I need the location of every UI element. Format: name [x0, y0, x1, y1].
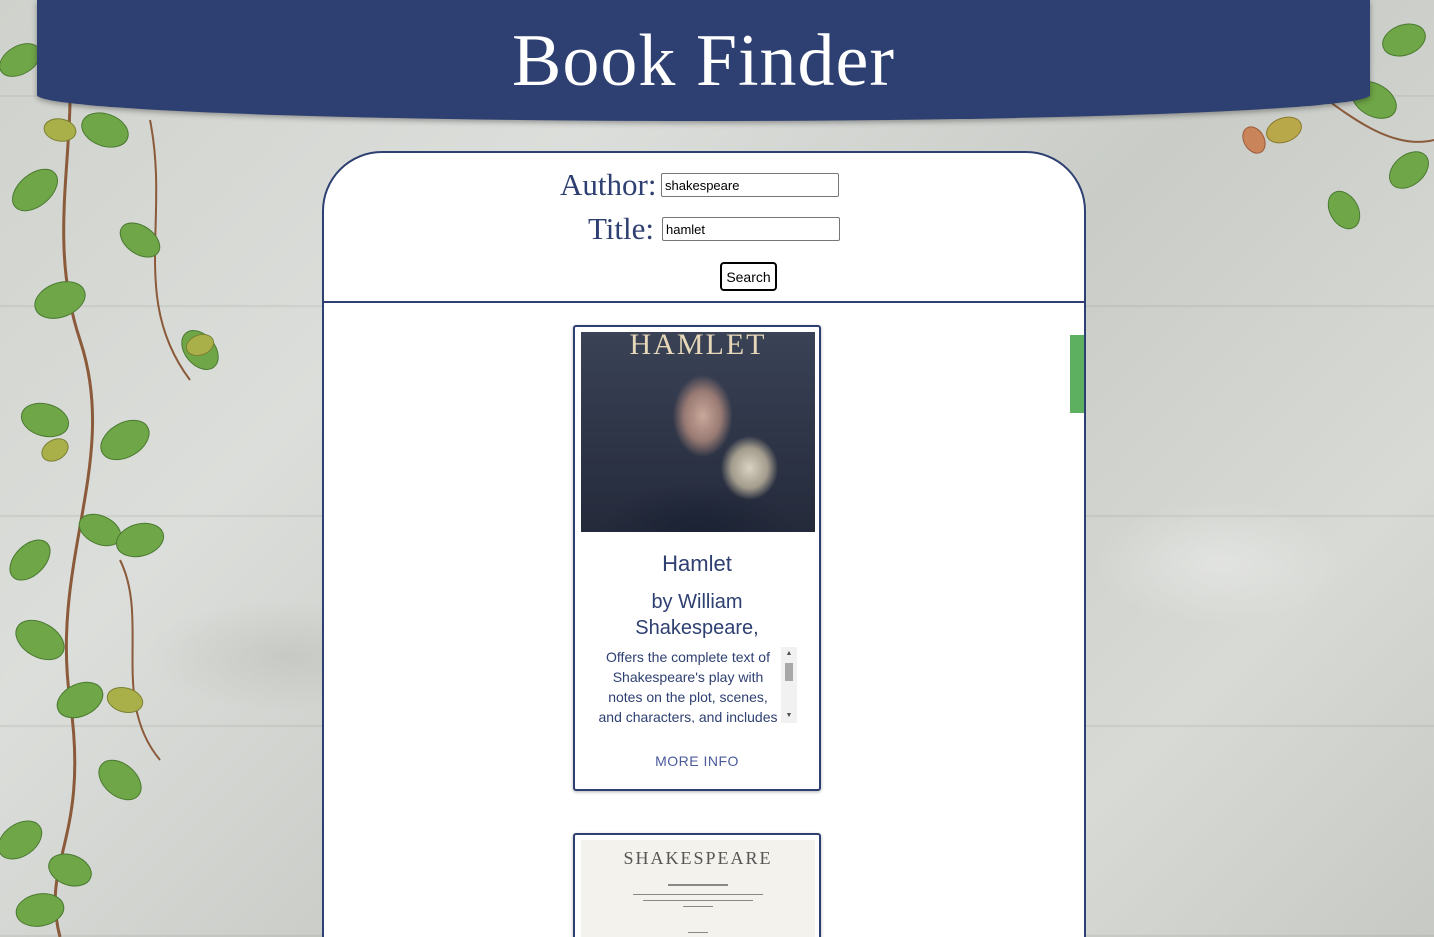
- book-cover-image: SHAKESPEARE: [581, 840, 815, 937]
- book-description: Offers the complete text of Shakespeare'…: [598, 649, 778, 723]
- author-row: Author:: [560, 167, 839, 203]
- search-panel: Author: Title: Search HAMLET Hamlet by W…: [322, 151, 1086, 937]
- divider: [324, 301, 1084, 303]
- cover-text-line: [643, 900, 753, 901]
- scroll-down-arrow-icon[interactable]: ▼: [781, 709, 797, 723]
- ivy-decoration-left: [0, 0, 219, 937]
- cover-text: HAMLET: [629, 332, 767, 361]
- book-author: by William Shakespeare,: [635, 591, 759, 639]
- book-card: SHAKESPEARE: [573, 833, 821, 937]
- book-cover-image: HAMLET: [581, 332, 815, 532]
- more-info-link[interactable]: MORE INFO: [575, 753, 819, 769]
- book-card: HAMLET Hamlet by William Shakespeare, Of…: [573, 325, 821, 791]
- search-button[interactable]: Search: [720, 262, 777, 291]
- cover-text-line: [633, 894, 763, 895]
- side-scroll-tab[interactable]: [1070, 335, 1084, 413]
- title-row: Title:: [560, 211, 840, 247]
- cover-text: SHAKESPEARE: [623, 848, 773, 868]
- scroll-up-arrow-icon[interactable]: ▲: [781, 647, 797, 661]
- author-label: Author:: [560, 167, 657, 202]
- title-label: Title:: [587, 211, 654, 246]
- description-scrollbar[interactable]: ▲ ▼: [781, 647, 797, 723]
- book-description-box[interactable]: Offers the complete text of Shakespeare'…: [595, 647, 797, 723]
- scrollbar-thumb[interactable]: [785, 663, 793, 681]
- page-title: Book Finder: [511, 20, 896, 102]
- cover-text-line: [688, 932, 708, 933]
- cover-text-line: [668, 884, 728, 886]
- header-banner: Book Finder: [37, 0, 1370, 121]
- cover-text-line: [683, 906, 713, 907]
- title-input[interactable]: [662, 217, 840, 241]
- book-title: Hamlet: [662, 551, 732, 576]
- author-input[interactable]: [661, 173, 839, 197]
